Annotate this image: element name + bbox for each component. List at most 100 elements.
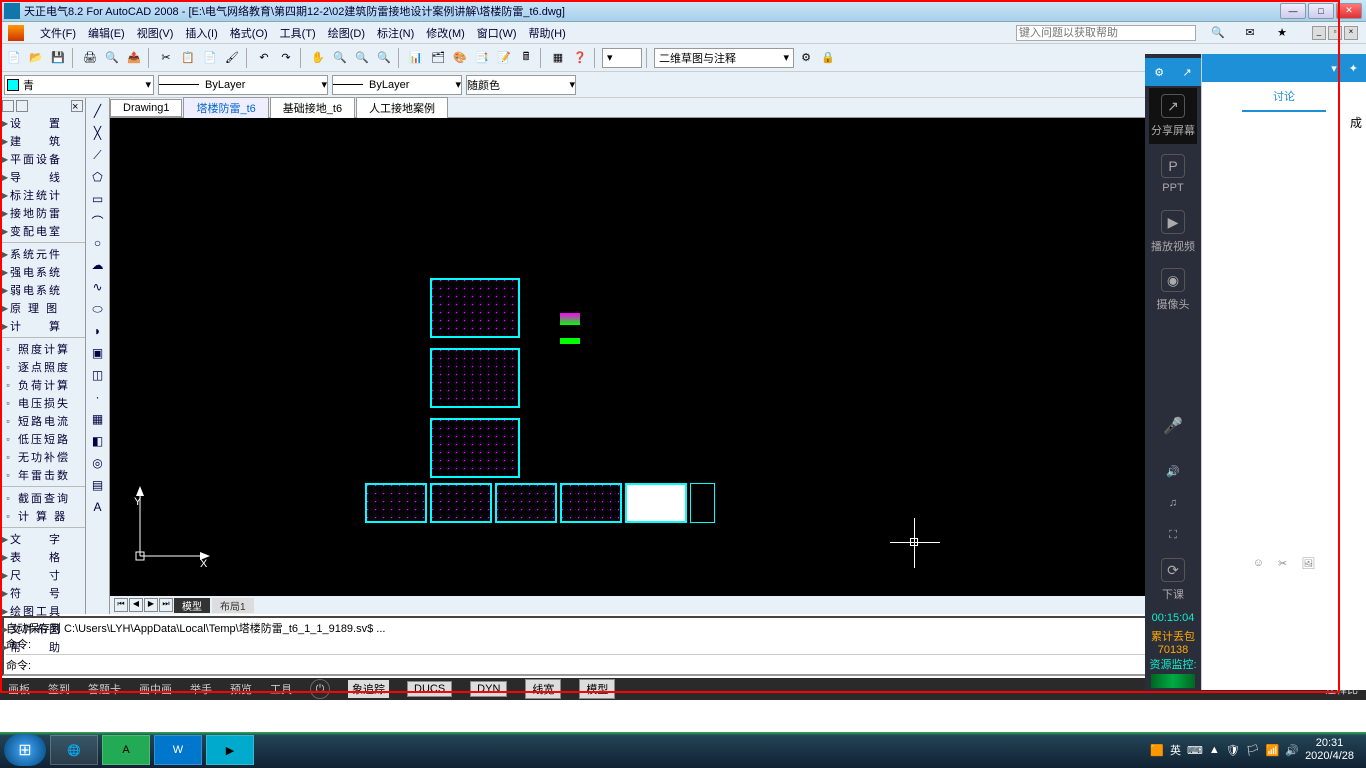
tray-clock[interactable]: 20:31 2020/4/28 xyxy=(1305,737,1354,763)
emoji-icon[interactable]: ☺ xyxy=(1253,557,1264,570)
volume-button[interactable]: 🔊 xyxy=(1149,456,1197,486)
tab-model[interactable]: 模型 xyxy=(174,598,210,613)
doc-close-button[interactable]: × xyxy=(1344,26,1358,40)
pline-icon[interactable]: ⟋ xyxy=(88,145,108,165)
sidebar-item[interactable]: ▶符 号 xyxy=(0,584,85,602)
sidebar-item[interactable]: ▶表 格 xyxy=(0,548,85,566)
menu-modify[interactable]: 修改(M) xyxy=(426,25,465,41)
panel-btn-2[interactable] xyxy=(16,100,28,112)
menu-view[interactable]: 视图(V) xyxy=(137,25,174,41)
play-video-button[interactable]: ▶ 播放视频 xyxy=(1149,204,1197,260)
sidebar-item[interactable]: ▫短路电流 xyxy=(0,412,85,430)
music-button[interactable]: ♫ xyxy=(1149,488,1197,518)
help-search-input[interactable] xyxy=(1016,25,1196,41)
sidebar-item[interactable]: ▫照度计算 xyxy=(0,340,85,358)
workspace-combo[interactable]: 二维草图与注释▾ xyxy=(654,48,794,68)
power-icon[interactable]: ⏻ xyxy=(310,679,330,699)
task-player[interactable]: ▶ xyxy=(206,735,254,765)
sidebar-item[interactable]: ▫电压损失 xyxy=(0,394,85,412)
sidebar-item[interactable]: ▶系统元件 xyxy=(0,245,85,263)
zoom-win-icon[interactable]: 🔍 xyxy=(352,48,372,68)
tab-drawing1[interactable]: Drawing1 xyxy=(110,99,182,117)
zoom-prev-icon[interactable]: 🔍 xyxy=(374,48,394,68)
doc-restore-button[interactable]: ▫ xyxy=(1328,26,1342,40)
menu-dimension[interactable]: 标注(N) xyxy=(377,25,414,41)
tray-shield-icon[interactable]: 🛡 xyxy=(1226,744,1240,757)
ws-lock-icon[interactable]: 🔒 xyxy=(818,48,838,68)
sheet-icon[interactable]: 📑 xyxy=(472,48,492,68)
share-top-icon[interactable]: ↗ xyxy=(1183,66,1192,79)
end-class-button[interactable]: ⟳ 下课 xyxy=(1149,552,1197,608)
line-icon[interactable]: ╱ xyxy=(88,101,108,121)
status-pip[interactable]: 画中画 xyxy=(139,681,172,697)
sidebar-item[interactable]: ▶导 线 xyxy=(0,168,85,186)
tab-manual[interactable]: 人工接地案例 xyxy=(356,97,448,119)
tray-ime-icon[interactable]: ⌨ xyxy=(1187,744,1203,757)
menu-insert[interactable]: 插入(I) xyxy=(185,25,217,41)
image-icon[interactable]: 🖼 xyxy=(1301,557,1315,570)
sidebar-item[interactable]: ▶平面设备 xyxy=(0,150,85,168)
menu-help[interactable]: 帮助(H) xyxy=(529,25,566,41)
share-screen-button[interactable]: ↗ 分享屏幕 xyxy=(1149,88,1197,144)
start-button[interactable]: ⊞ xyxy=(4,734,46,766)
doc-minimize-button[interactable]: _ xyxy=(1312,26,1326,40)
color-combo[interactable]: 青 ▾ xyxy=(4,75,154,95)
zoom-rt-icon[interactable]: 🔍 xyxy=(330,48,350,68)
ppt-button[interactable]: P PPT xyxy=(1149,146,1197,202)
tab-layout1[interactable]: 布局1 xyxy=(212,598,254,613)
tab-foundation[interactable]: 基础接地_t6 xyxy=(270,97,355,119)
new-icon[interactable]: 📄 xyxy=(4,48,24,68)
sidebar-item[interactable]: ▶尺 寸 xyxy=(0,566,85,584)
menu-window[interactable]: 窗口(W) xyxy=(477,25,517,41)
close-button[interactable]: ✕ xyxy=(1336,3,1362,19)
fullscreen-button[interactable]: ⛶ xyxy=(1149,520,1197,550)
sidebar-item[interactable]: ▶绘图工具 xyxy=(0,602,85,620)
task-wps[interactable]: W xyxy=(154,735,202,765)
cut-icon[interactable]: ✂ xyxy=(156,48,176,68)
hatch-icon[interactable]: ▦ xyxy=(88,409,108,429)
print-icon[interactable]: 🖨 xyxy=(80,48,100,68)
comm-icon[interactable]: ✉ xyxy=(1240,23,1260,43)
status-track[interactable]: 象追踪 xyxy=(348,680,389,698)
minimize-button[interactable]: — xyxy=(1280,3,1306,19)
tray-flag-icon[interactable]: 🏳 xyxy=(1246,744,1260,757)
polygon-icon[interactable]: ⬠ xyxy=(88,167,108,187)
toolpal-icon[interactable]: 🎨 xyxy=(450,48,470,68)
arc-icon[interactable]: ⌒ xyxy=(88,211,108,231)
match-icon[interactable]: 🖌 xyxy=(222,48,242,68)
ws-settings-icon[interactable]: ⚙ xyxy=(796,48,816,68)
dcenter-icon[interactable]: 🗂 xyxy=(428,48,448,68)
properties-icon[interactable]: 📊 xyxy=(406,48,426,68)
block-icon[interactable]: ▦ xyxy=(548,48,568,68)
maximize-button[interactable]: □ xyxy=(1308,3,1334,19)
rectangle-icon[interactable]: ▭ xyxy=(88,189,108,209)
revcloud-icon[interactable]: ☁ xyxy=(88,255,108,275)
status-ducs[interactable]: DUCS xyxy=(407,681,452,697)
save-icon[interactable]: 💾 xyxy=(48,48,68,68)
panel-btn-1[interactable] xyxy=(2,100,14,112)
fav-icon[interactable]: ★ xyxy=(1272,23,1292,43)
sidebar-item[interactable]: ▶变配电室 xyxy=(0,222,85,240)
lineweight-combo[interactable]: ByLayer ▾ xyxy=(332,75,462,95)
layout-first-icon[interactable]: ⏮ xyxy=(114,598,128,612)
help-icon[interactable]: ❓ xyxy=(570,48,590,68)
sidebar-item[interactable]: ▶接地防雷 xyxy=(0,204,85,222)
circle-icon[interactable]: ○ xyxy=(88,233,108,253)
block-make-icon[interactable]: ◫ xyxy=(88,365,108,385)
spline-icon[interactable]: ∿ xyxy=(88,277,108,297)
point-icon[interactable]: · xyxy=(88,387,108,407)
gradient-icon[interactable]: ◧ xyxy=(88,431,108,451)
search-icon[interactable]: 🔍 xyxy=(1208,23,1228,43)
tray-net-icon[interactable]: 📶 xyxy=(1266,744,1280,757)
pan-icon[interactable]: ✋ xyxy=(308,48,328,68)
sidebar-item[interactable]: ▫逐点照度 xyxy=(0,358,85,376)
redo-icon[interactable]: ↷ xyxy=(276,48,296,68)
task-autocad[interactable]: A xyxy=(102,735,150,765)
workspace-empty-combo[interactable]: ▾ xyxy=(602,48,642,68)
table-icon[interactable]: ▤ xyxy=(88,475,108,495)
sidebar-item[interactable]: ▫低压短路 xyxy=(0,430,85,448)
layout-next-icon[interactable]: ▶ xyxy=(144,598,158,612)
menu-edit[interactable]: 编辑(E) xyxy=(88,25,125,41)
menu-draw[interactable]: 绘图(D) xyxy=(328,25,365,41)
sidebar-item[interactable]: ▶标注统计 xyxy=(0,186,85,204)
